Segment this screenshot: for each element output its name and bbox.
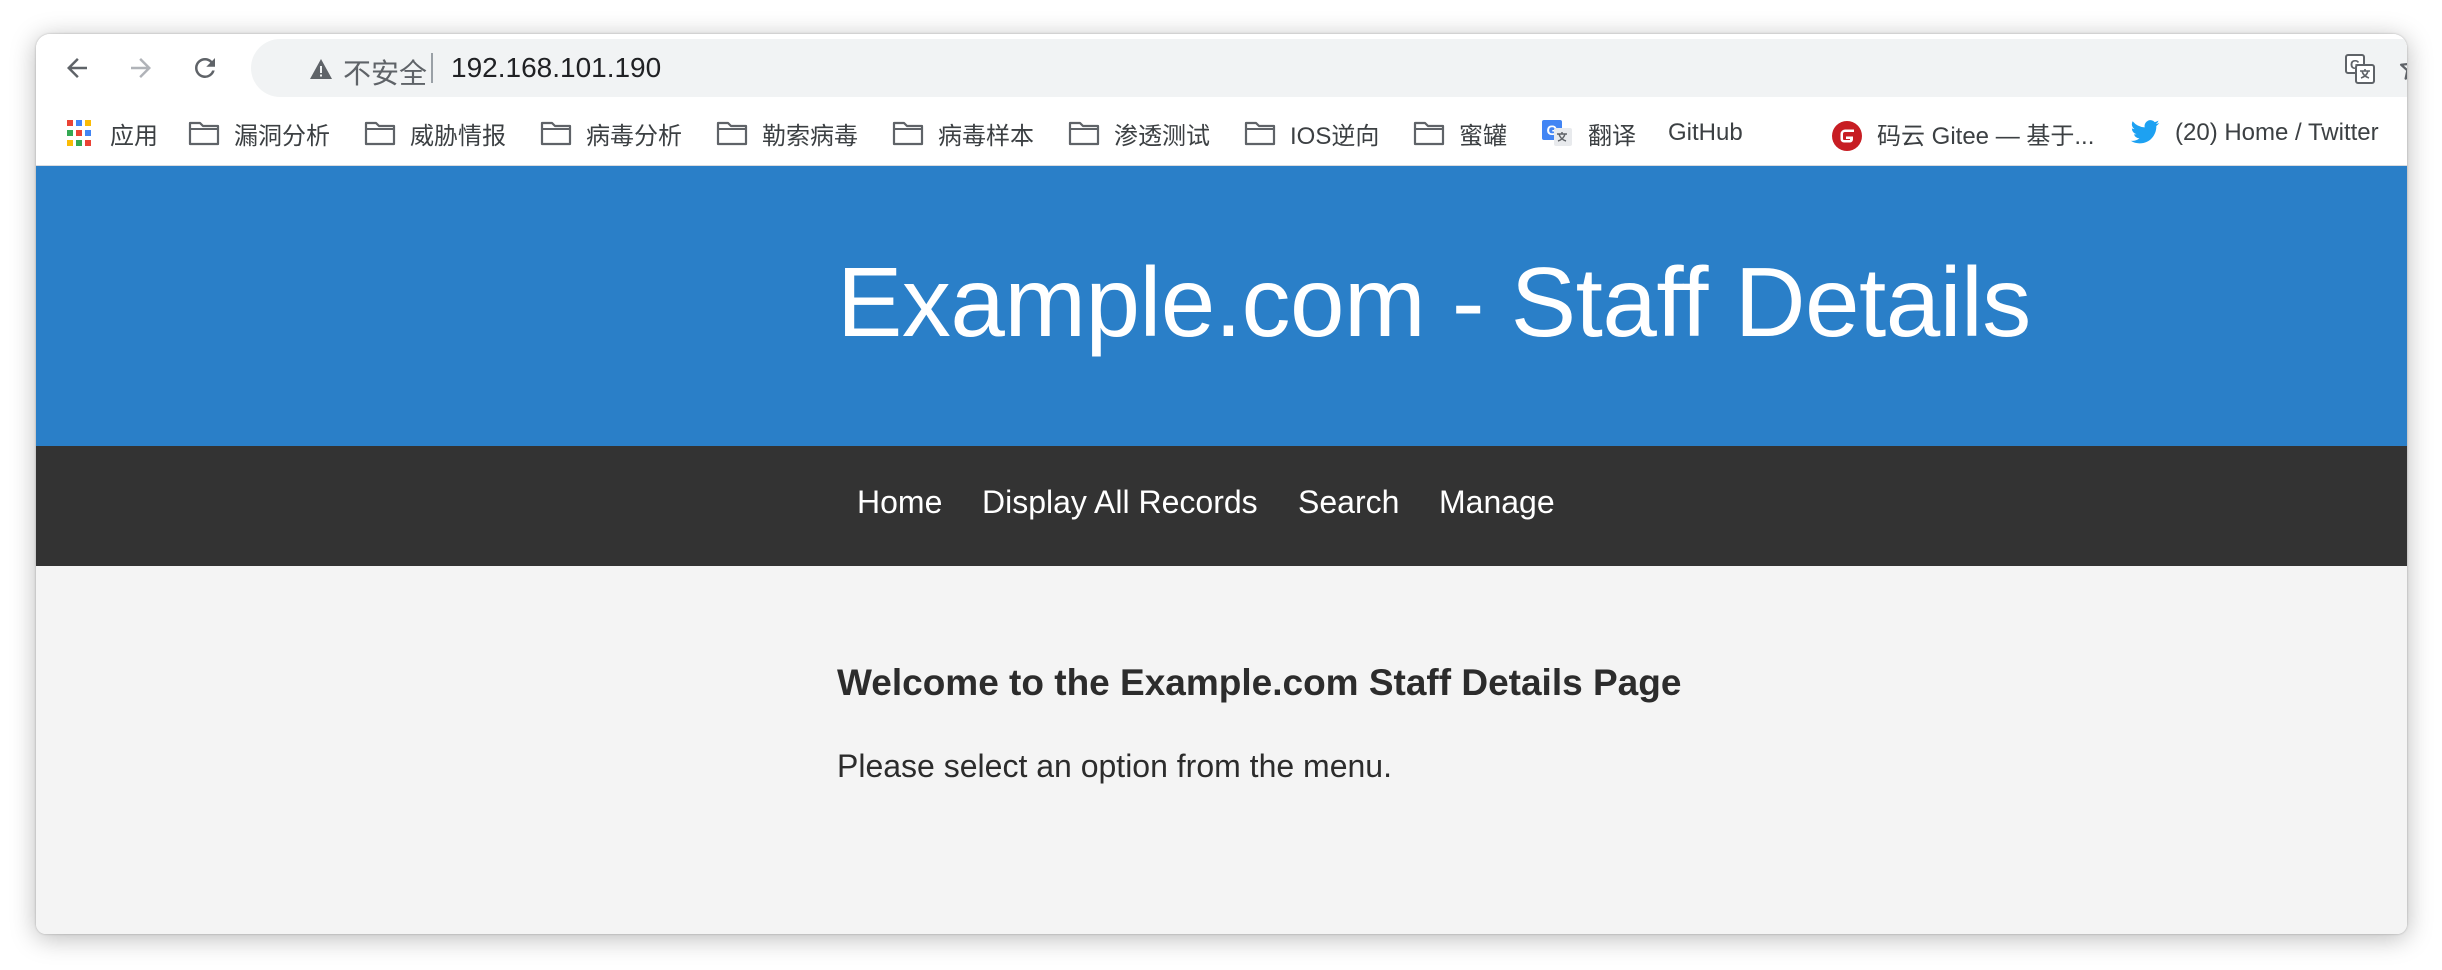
web-page: Example.com - Staff Details Home Display… (36, 166, 2407, 934)
bookmark-folder[interactable]: 勒索病毒 (716, 114, 858, 152)
bookmark-folder[interactable]: 病毒样本 (892, 114, 1034, 152)
folder-icon (1068, 120, 1100, 146)
bookmark-folder[interactable]: 渗透测试 (1068, 114, 1210, 152)
back-button[interactable] (60, 51, 94, 85)
bookmark-label: 应用 (110, 122, 158, 150)
bookmark-label: 漏洞分析 (234, 122, 330, 150)
bookmark-folder[interactable]: 病毒分析 (540, 114, 682, 152)
bookmark-label: 勒索病毒 (762, 122, 858, 150)
browser-toolbar: 不安全 192.168.101.190 G (36, 34, 2407, 101)
bookmark-label: 病毒样本 (938, 122, 1034, 150)
bookmarks-bar: 应用 漏洞分析 威胁情报 病毒分析 勒索病毒 病毒样本 渗透测试 IOS逆向 蜜… (36, 101, 2407, 166)
bookmark-folder[interactable]: 蜜罐 (1413, 114, 1507, 152)
bookmark-label: 码云 Gitee — 基于... (1877, 122, 2095, 150)
gitee-icon (1831, 120, 1863, 151)
folder-icon (892, 120, 924, 146)
arrow-right-icon (131, 58, 151, 78)
bookmark-label: 翻译 (1588, 122, 1636, 150)
bookmark-folder[interactable]: IOS逆向 (1244, 114, 1379, 152)
folder-icon (1244, 120, 1276, 146)
menu-link-search[interactable]: Search (1298, 484, 1399, 521)
warning-icon[interactable] (309, 58, 333, 80)
bookmark-label: 病毒分析 (586, 122, 682, 150)
reload-icon (195, 57, 215, 78)
security-label[interactable]: 不安全 (343, 52, 427, 92)
address-separator (431, 53, 433, 83)
folder-icon (540, 120, 572, 146)
bookmark-label: 渗透测试 (1114, 122, 1210, 150)
reload-button[interactable] (188, 51, 222, 85)
bookmark-github[interactable]: GitHub (1668, 114, 1743, 152)
folder-icon (716, 120, 748, 146)
main-menu: Home Display All Records Search Manage (36, 446, 2407, 566)
bookmark-folder[interactable]: 漏洞分析 (188, 114, 330, 152)
bookmark-label: GitHub (1668, 119, 1743, 146)
bookmark-twitter[interactable]: (20) Home / Twitter (2129, 114, 2379, 152)
translate-icon[interactable]: G (2345, 54, 2375, 84)
twitter-icon (2129, 120, 2161, 146)
site-header: Example.com - Staff Details (36, 166, 2407, 446)
bookmark-translate[interactable]: G 翻译 (1542, 114, 1636, 152)
bookmark-label: 威胁情报 (410, 122, 506, 150)
folder-icon (188, 120, 220, 146)
page-title: Example.com - Staff Details (837, 247, 2031, 357)
bookmark-label: (20) Home / Twitter (2175, 119, 2379, 146)
arrow-left-icon (67, 58, 87, 78)
bookmark-label: IOS逆向 (1290, 122, 1380, 150)
bookmark-apps[interactable]: 应用 (64, 114, 158, 152)
folder-icon (1413, 120, 1445, 146)
bookmark-label: 蜜罐 (1459, 122, 1507, 150)
apps-grid-icon (64, 120, 96, 146)
menu-link-home[interactable]: Home (857, 484, 942, 521)
address-bar[interactable]: 不安全 192.168.101.190 G (251, 39, 2407, 97)
url-text[interactable]: 192.168.101.190 (451, 52, 661, 84)
folder-icon (364, 120, 396, 146)
google-translate-icon: G (1542, 120, 1574, 146)
bookmark-star-icon[interactable] (2397, 53, 2407, 83)
forward-button[interactable] (124, 51, 158, 85)
bookmark-gitee[interactable]: 码云 Gitee — 基于... (1831, 114, 2094, 152)
bookmark-folder[interactable]: 威胁情报 (364, 114, 506, 152)
menu-link-manage[interactable]: Manage (1439, 484, 1555, 521)
menu-link-display-all-records[interactable]: Display All Records (982, 484, 1258, 521)
instruction-text: Please select an option from the menu. (837, 748, 1392, 784)
welcome-heading: Welcome to the Example.com Staff Details… (837, 662, 1682, 703)
browser-window: 不安全 192.168.101.190 G 应用 漏洞分析 威胁情报 病毒分析 … (36, 34, 2407, 934)
